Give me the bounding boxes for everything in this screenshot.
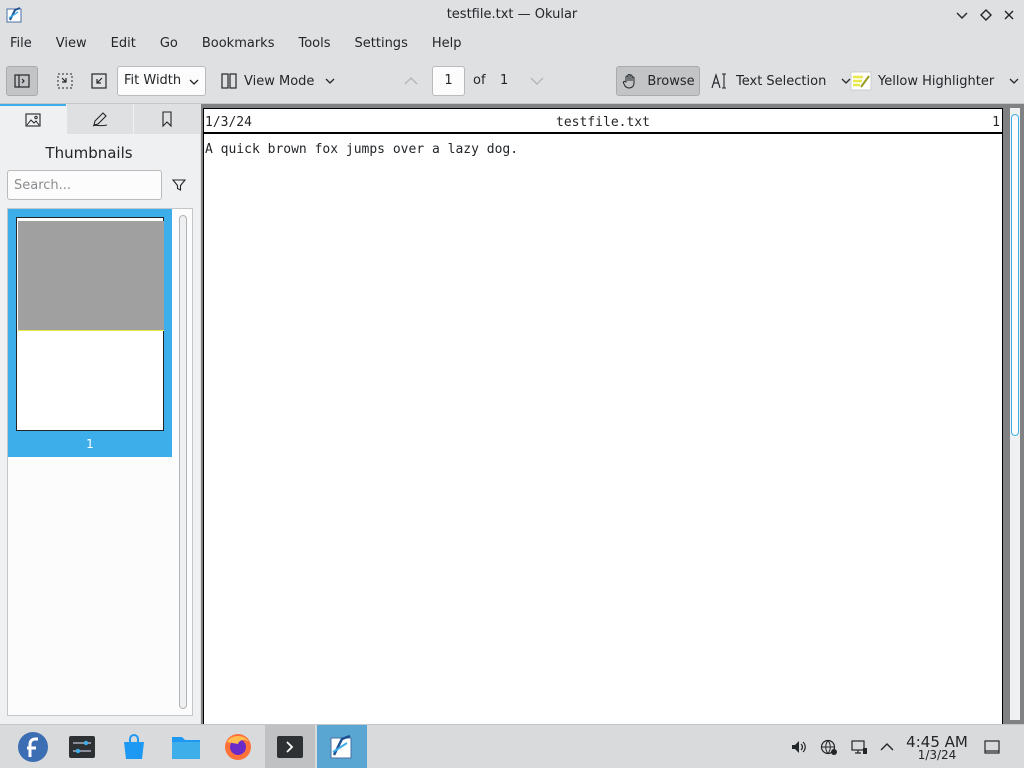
hand-icon (623, 74, 635, 89)
pen-icon (92, 112, 108, 127)
bookmark-icon (162, 111, 172, 128)
maximize-icon[interactable] (977, 6, 995, 24)
terminal-task[interactable] (265, 725, 315, 768)
volume-icon[interactable] (789, 737, 809, 757)
chevron-down-icon (530, 77, 544, 85)
system-settings-task[interactable] (57, 725, 107, 768)
chevron-down-icon (325, 78, 335, 84)
fedora-logo-icon (18, 732, 48, 762)
menu-bookmarks[interactable]: Bookmarks (202, 30, 275, 58)
text-selection-button[interactable]: Text Selection (710, 66, 852, 96)
thumbnail-page[interactable]: 1 (8, 209, 172, 457)
title-bar: testfile.txt — Okular (0, 0, 1024, 30)
zoom-to-selection-button[interactable] (88, 70, 110, 92)
firefox-task[interactable] (213, 725, 263, 768)
page-header-number: 1 (992, 115, 1000, 130)
page-total: 1 (500, 73, 509, 88)
page-header-filename: testfile.txt (556, 115, 650, 130)
zoom-value: Fit Width (124, 73, 182, 88)
highlighter-icon (850, 71, 872, 91)
menu-settings[interactable]: Settings (355, 30, 408, 58)
image-icon (25, 113, 41, 127)
window-title: testfile.txt — Okular (446, 7, 578, 22)
menu-go[interactable]: Go (160, 30, 178, 58)
thumbnail-page-number: 1 (86, 437, 94, 451)
thumbnail-preview (16, 217, 164, 431)
terminal-icon (277, 736, 303, 758)
highlight-annotation-preview (18, 221, 164, 331)
wired-network-icon[interactable] (849, 737, 869, 757)
chevron-up-icon[interactable] (877, 737, 897, 757)
close-icon[interactable] (1000, 6, 1018, 24)
fit-to-page-button[interactable] (54, 70, 76, 92)
page-number-input[interactable]: 1 (432, 66, 465, 96)
settings-sliders-icon (69, 736, 95, 758)
text-selection-label: Text Selection (736, 73, 827, 89)
chevron-down-icon (189, 79, 199, 85)
sidebar-panel-icon (14, 74, 30, 88)
folder-icon (172, 737, 200, 759)
sidebar-tabs (0, 104, 200, 134)
browse-label: Browse (647, 73, 695, 89)
next-page-button[interactable] (526, 70, 548, 92)
menu-help[interactable]: Help (432, 30, 462, 58)
zoom-select[interactable]: Fit Width (117, 66, 206, 96)
chevron-down-icon[interactable] (1008, 75, 1020, 87)
document-page[interactable]: 1/3/24 testfile.txt 1 A quick brown fox … (203, 108, 1003, 728)
document-text[interactable]: A quick brown fox jumps over a lazy dog. (205, 142, 518, 157)
text-cursor-icon (711, 72, 726, 89)
document-scrollbar[interactable] (1010, 108, 1020, 720)
menu-edit[interactable]: Edit (111, 30, 136, 58)
thumbnail-scrollbar[interactable] (179, 215, 187, 709)
document-view: 1/3/24 testfile.txt 1 A quick brown fox … (201, 104, 1024, 728)
firefox-icon (225, 734, 251, 760)
browse-tool-button[interactable]: Browse (616, 66, 700, 96)
software-center-task[interactable] (109, 725, 159, 768)
menu-view[interactable]: View (56, 30, 87, 58)
page-header-rule (204, 132, 1002, 134)
tab-bookmarks[interactable] (134, 104, 200, 134)
thumbnail-list: 1 (7, 208, 193, 716)
show-desktop-icon[interactable] (982, 737, 1002, 757)
sidebar-title: Thumbnails (45, 144, 133, 162)
okular-task[interactable] (317, 725, 367, 768)
taskbar (0, 724, 1024, 768)
menu-tools[interactable]: Tools (298, 30, 330, 58)
menu-bar: File View Edit Go Bookmarks Tools Settin… (0, 30, 1024, 58)
okular-app-icon (330, 734, 352, 759)
app-launcher-button[interactable] (8, 725, 58, 768)
tab-annotations[interactable] (67, 104, 133, 134)
scrollbar-thumb[interactable] (1011, 114, 1019, 436)
filter-icon[interactable] (171, 177, 187, 193)
network-globe-icon[interactable] (819, 737, 839, 757)
file-manager-task[interactable] (161, 725, 211, 768)
menu-file[interactable]: File (10, 30, 32, 58)
sidebar-toggle-button[interactable] (6, 66, 38, 96)
yellow-highlighter-button[interactable]: Yellow Highlighter (850, 66, 1020, 96)
minimize-icon[interactable] (953, 6, 971, 24)
tab-thumbnails[interactable] (0, 104, 66, 134)
chevron-up-icon (404, 77, 418, 85)
highlighter-label: Yellow Highlighter (878, 73, 995, 89)
view-mode-button[interactable]: View Mode (216, 66, 340, 96)
shrink-icon (91, 73, 107, 89)
expand-icon (57, 73, 73, 89)
view-mode-label: View Mode (244, 73, 315, 89)
shopping-bag-icon (124, 734, 144, 759)
clock-date[interactable]: 1/3/24 (900, 748, 974, 762)
sidebar-panel: Thumbnails Search... 1 (0, 104, 200, 724)
main-toolbar: Fit Width View Mode of 1 Browse Text Sel… (0, 58, 1024, 104)
page-of-label: of (473, 73, 486, 88)
thumbnail-search-input[interactable]: Search... (7, 170, 162, 200)
previous-page-button[interactable] (400, 70, 422, 92)
view-mode-icon (221, 73, 237, 89)
